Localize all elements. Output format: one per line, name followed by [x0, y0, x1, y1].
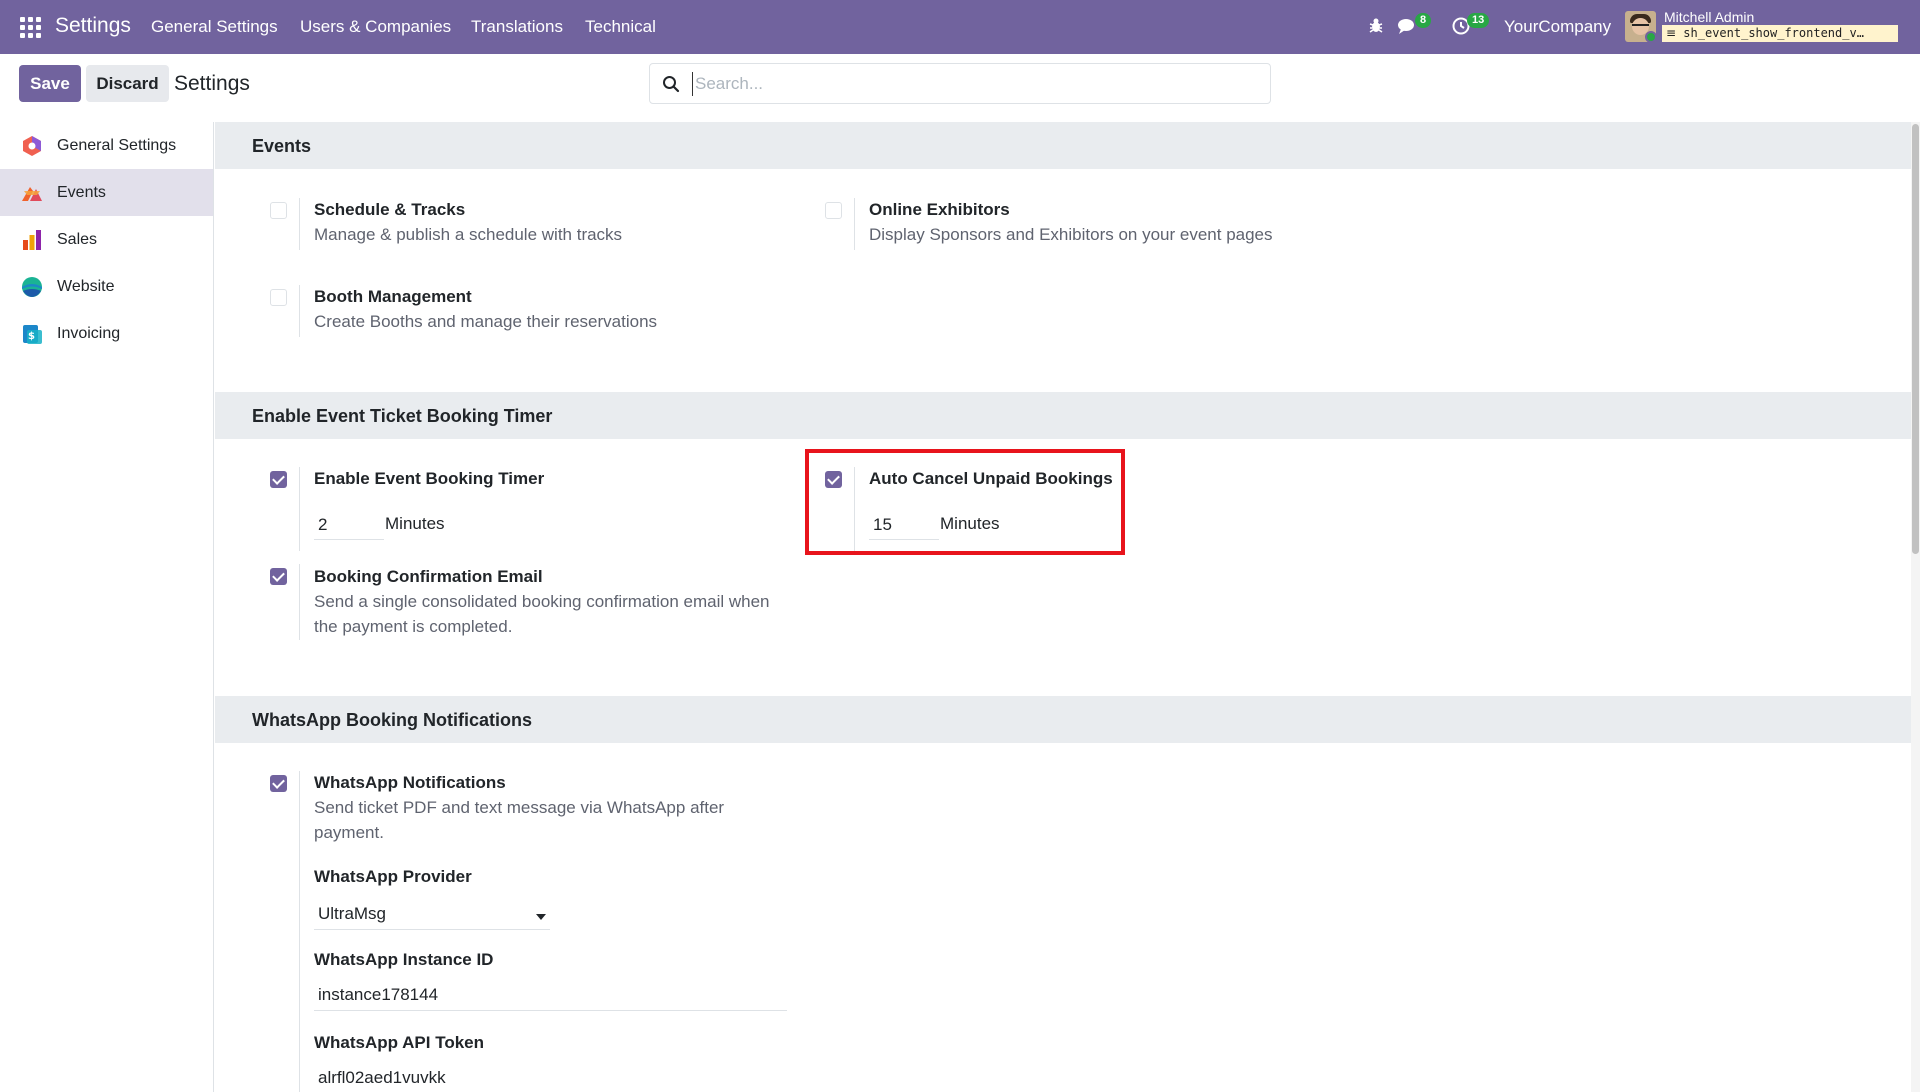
search-input[interactable]: [692, 72, 1252, 96]
database-icon: ≡: [1666, 26, 1677, 40]
database-name-text: sh_event_show_frontend_v…: [1683, 26, 1864, 40]
booth-management-title: Booth Management: [314, 287, 472, 306]
whatsapp-provider-select[interactable]: UltraMsg: [314, 898, 550, 930]
divider: [299, 198, 300, 250]
company-switcher[interactable]: YourCompany: [1504, 17, 1611, 37]
database-name: ≡ sh_event_show_frontend_v…: [1662, 25, 1898, 42]
online-exhibitors-desc: Display Sponsors and Exhibitors on your …: [869, 225, 1273, 244]
website-app-icon: [22, 276, 42, 297]
booth-management-desc: Create Booths and manage their reservati…: [314, 312, 658, 331]
online-status-icon: [1645, 31, 1657, 43]
sidebar-item-invoicing[interactable]: $ Invoicing: [0, 310, 213, 357]
section-title: Events: [252, 136, 312, 156]
messages-badge: 8: [1415, 13, 1432, 28]
booth-management-checkbox[interactable]: [270, 289, 287, 306]
top-navbar: Settings General Settings Users & Compan…: [0, 0, 1920, 54]
menu-general-settings[interactable]: General Settings: [151, 17, 278, 37]
sidebar-item-label: Sales: [57, 230, 98, 248]
sales-app-icon: [23, 229, 41, 250]
whatsapp-notifications-desc-line2: payment.: [314, 823, 384, 842]
booking-timer-minutes-input[interactable]: [314, 510, 384, 540]
settings-sidebar: General Settings Events Sales Website $: [0, 122, 214, 1092]
section-title: WhatsApp Booking Notifications: [252, 710, 532, 730]
user-name[interactable]: Mitchell Admin: [1664, 9, 1754, 25]
whatsapp-notifications-checkbox[interactable]: [270, 775, 287, 792]
save-button[interactable]: Save: [19, 65, 81, 102]
invoicing-app-icon: $: [23, 324, 42, 344]
divider: [299, 771, 300, 1092]
app-brand[interactable]: Settings: [55, 14, 131, 38]
divider: [299, 467, 300, 551]
booking-confirmation-desc-line1: Send a single consolidated booking confi…: [314, 592, 770, 611]
whatsapp-instance-value: instance178144: [318, 985, 439, 1004]
sidebar-item-label: Website: [57, 277, 115, 295]
schedule-tracks-desc: Manage & publish a schedule with tracks: [314, 225, 623, 244]
section-header-events: Events: [215, 122, 1912, 169]
booking-confirmation-desc-line2: the payment is completed.: [314, 617, 513, 636]
whatsapp-provider-value: UltraMsg: [318, 904, 387, 923]
sidebar-item-general-settings[interactable]: General Settings: [0, 122, 213, 169]
sidebar-item-label: General Settings: [57, 136, 177, 154]
debug-bug-icon[interactable]: [1365, 15, 1387, 37]
menu-users-companies[interactable]: Users & Companies: [300, 17, 451, 37]
whatsapp-token-value: alrfl02aed1vuvkk: [318, 1068, 446, 1087]
online-exhibitors-title: Online Exhibitors: [869, 200, 1010, 219]
divider: [299, 285, 300, 337]
whatsapp-provider-label: WhatsApp Provider: [314, 867, 472, 886]
menu-technical[interactable]: Technical: [585, 17, 656, 37]
sidebar-item-events[interactable]: Events: [0, 169, 213, 216]
chevron-down-icon[interactable]: [536, 914, 546, 920]
settings-content: Events Schedule & Tracks Manage & publis…: [215, 122, 1912, 1092]
activities-badge: 13: [1467, 13, 1490, 28]
booking-confirmation-checkbox[interactable]: [270, 568, 287, 585]
menu-translations[interactable]: Translations: [471, 17, 563, 37]
sidebar-item-label: Events: [57, 183, 106, 201]
search-icon[interactable]: [662, 75, 680, 93]
scrollbar-thumb[interactable]: [1912, 124, 1919, 554]
whatsapp-instance-input[interactable]: instance178144: [314, 979, 787, 1011]
highlight-box: [805, 449, 1125, 555]
events-app-icon: [22, 186, 42, 201]
booking-confirmation-title: Booking Confirmation Email: [314, 567, 543, 586]
sidebar-item-label: Invoicing: [57, 324, 121, 342]
enable-booking-timer-checkbox[interactable]: [270, 471, 287, 488]
svg-text:$: $: [28, 331, 35, 342]
divider: [299, 564, 300, 640]
schedule-tracks-title: Schedule & Tracks: [314, 200, 466, 219]
divider: [854, 198, 855, 250]
search-box[interactable]: [649, 63, 1271, 104]
whatsapp-notifications-title: WhatsApp Notifications: [314, 773, 506, 792]
whatsapp-token-input[interactable]: alrfl02aed1vuvkk: [314, 1062, 787, 1092]
schedule-tracks-checkbox[interactable]: [270, 202, 287, 219]
whatsapp-notifications-desc-line1: Send ticket PDF and text message via Wha…: [314, 798, 725, 817]
page-title: Settings: [174, 72, 250, 95]
settings-app-icon: [23, 135, 41, 156]
section-title: Enable Event Ticket Booking Timer: [252, 406, 553, 426]
section-header-timer: Enable Event Ticket Booking Timer: [215, 392, 1912, 439]
sidebar-item-website[interactable]: Website: [0, 263, 213, 310]
section-header-whatsapp: WhatsApp Booking Notifications: [215, 696, 1912, 743]
enable-booking-timer-title: Enable Event Booking Timer: [314, 469, 545, 488]
whatsapp-token-label: WhatsApp API Token: [314, 1033, 484, 1052]
whatsapp-instance-label: WhatsApp Instance ID: [314, 950, 494, 969]
app-menu-icon[interactable]: [20, 17, 41, 38]
online-exhibitors-checkbox[interactable]: [825, 202, 842, 219]
discard-button[interactable]: Discard: [86, 65, 169, 102]
booking-timer-unit: Minutes: [385, 514, 445, 533]
sidebar-item-sales[interactable]: Sales: [0, 216, 213, 263]
